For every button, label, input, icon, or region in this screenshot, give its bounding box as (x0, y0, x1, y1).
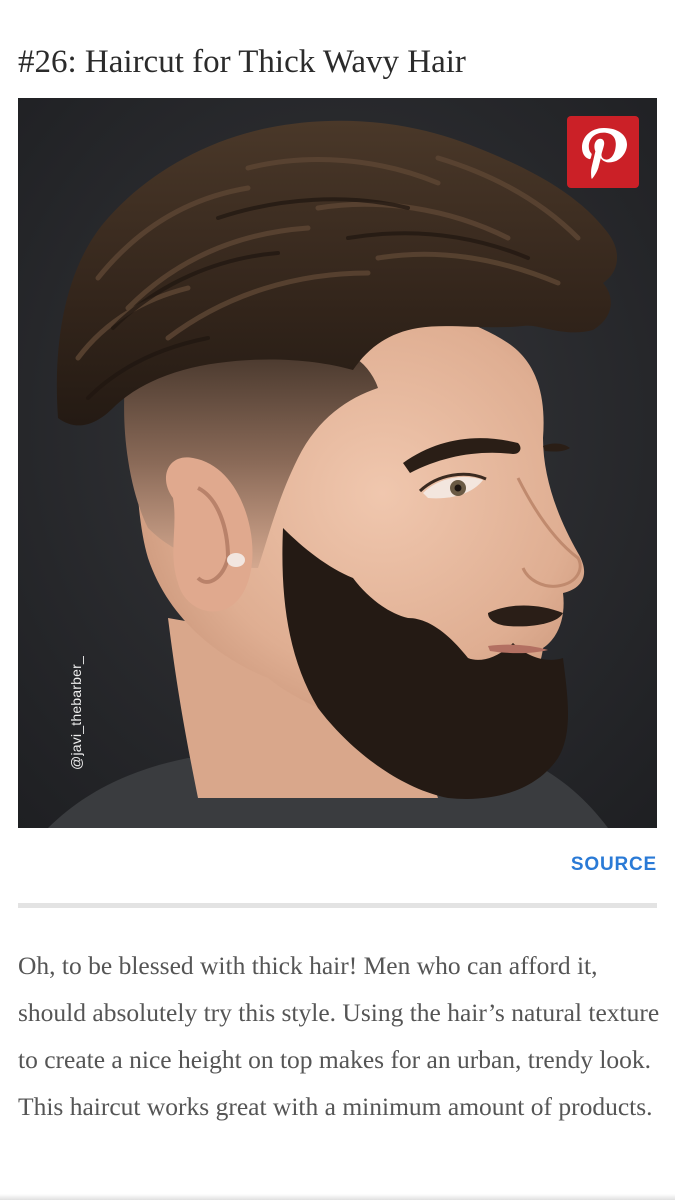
photo-credit: @javi_thebarber_ (68, 656, 84, 770)
pinterest-icon (582, 128, 627, 179)
haircut-photo-illustration (18, 98, 657, 828)
bottom-edge-shadow (0, 1194, 675, 1200)
section-divider (18, 903, 657, 908)
pinterest-pin-button[interactable] (567, 116, 639, 188)
source-link[interactable]: SOURCE (571, 854, 657, 876)
article-title: #26: Haircut for Thick Wavy Hair (18, 44, 466, 80)
haircut-description: Oh, to be blessed with thick hair! Men w… (18, 951, 660, 1121)
haircut-photo: @javi_thebarber_ (18, 98, 657, 828)
